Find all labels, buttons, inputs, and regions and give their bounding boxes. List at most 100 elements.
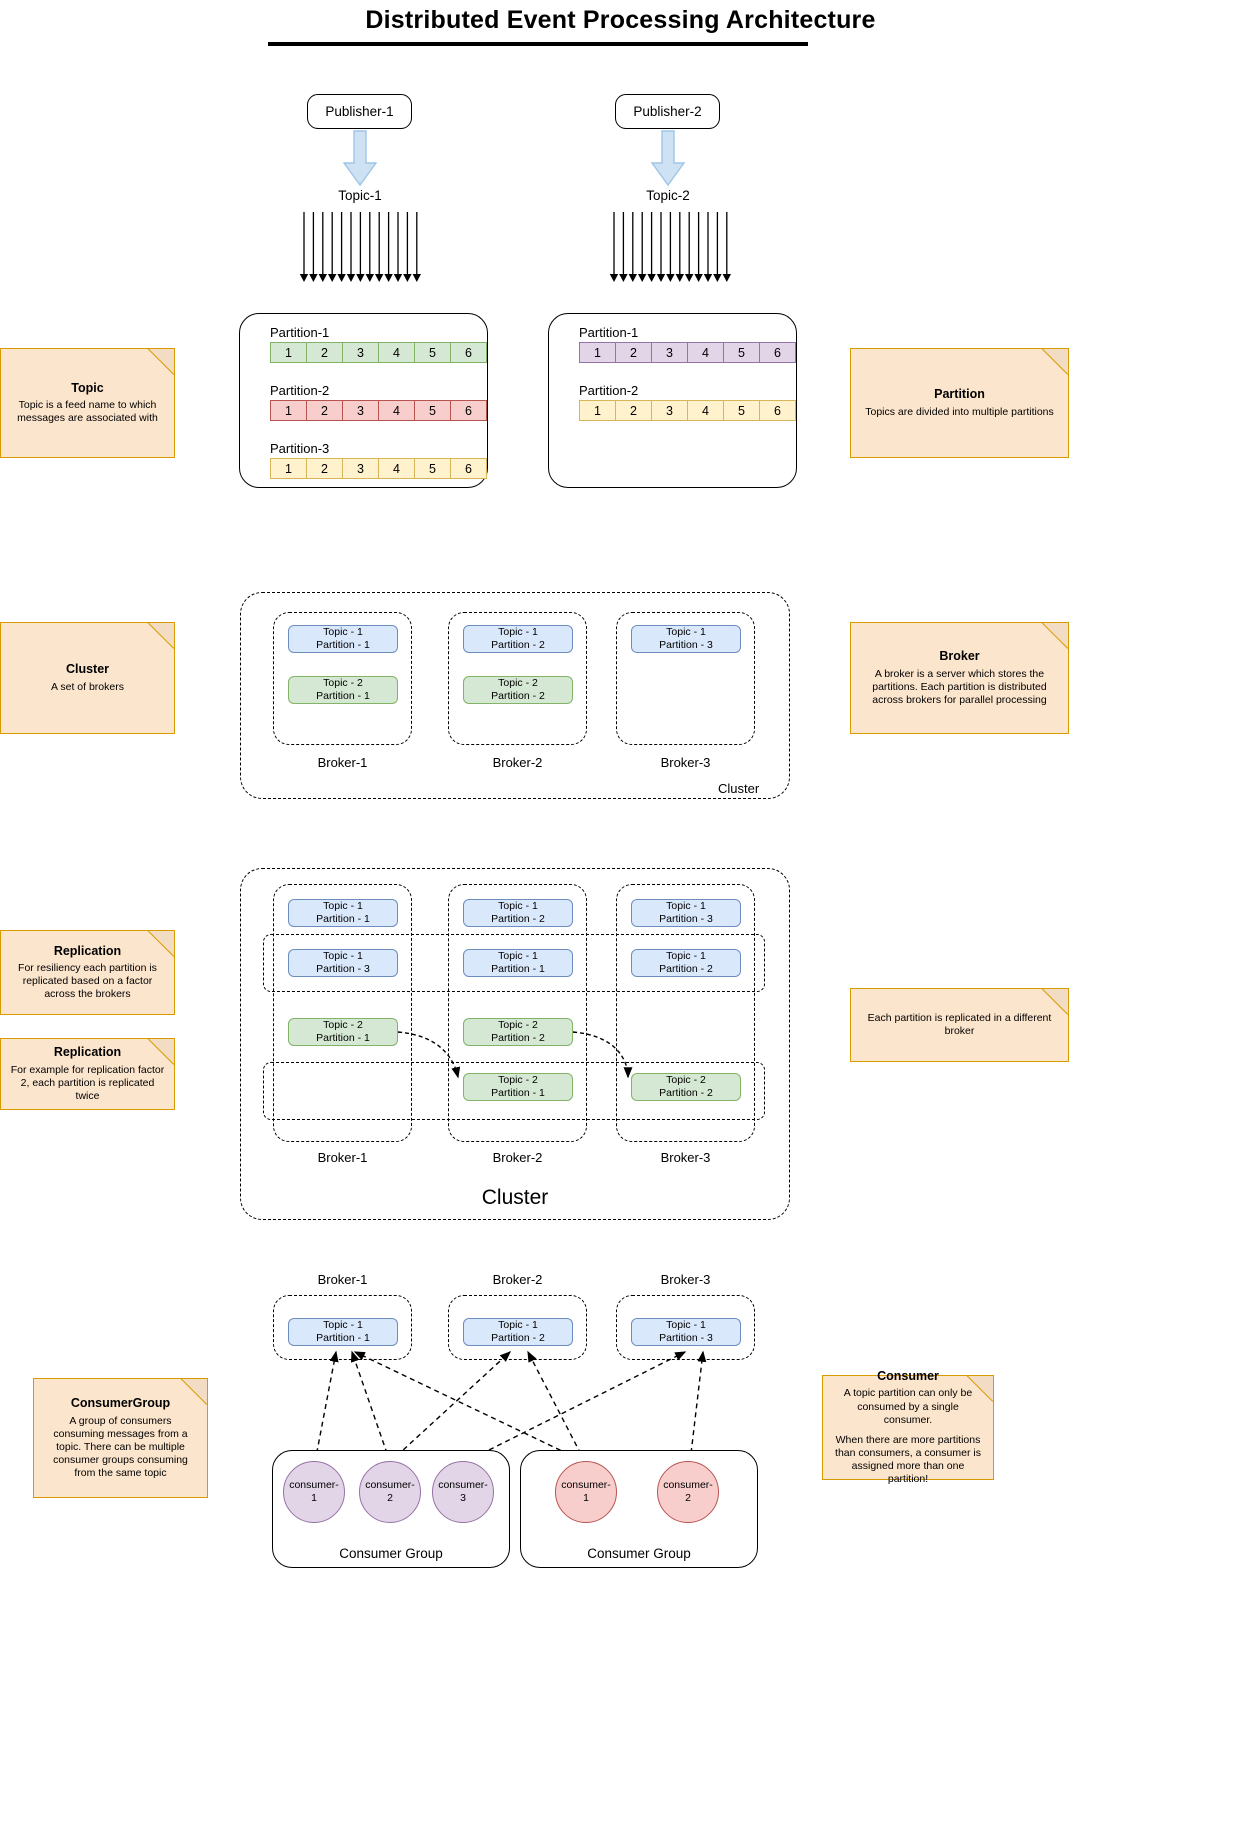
- partition-cell: 4: [687, 400, 724, 421]
- note-broker-title: Broker: [939, 649, 980, 663]
- topic-2-partition-2-label: Partition-2: [579, 383, 639, 398]
- note-consumer: Consumer A topic partition can only be c…: [822, 1369, 994, 1485]
- page-title: Distributed Event Processing Architectur…: [365, 6, 876, 34]
- note-broker-body: A broker is a server which stores the pa…: [872, 667, 1047, 706]
- replication-broker-1-label: Broker-1: [317, 1150, 368, 1165]
- note-replication-2-body: For example for replication factor 2, ea…: [10, 1063, 165, 1102]
- topic-1-partition-3-label: Partition-3: [270, 441, 330, 456]
- broker-1-partition-1: Topic - 2 Partition - 1: [288, 676, 398, 704]
- note-partition-body: Topics are divided into multiple partiti…: [865, 405, 1054, 418]
- broker-3-partition-0: Topic - 1 Partition - 3: [631, 625, 741, 653]
- topic-2-partition-1-cells: 123456: [579, 342, 796, 363]
- consumer-broker-1-label: Broker-1: [317, 1272, 368, 1287]
- partition-cell: 5: [414, 342, 451, 363]
- publisher-1-box[interactable]: Publisher-1: [307, 94, 412, 129]
- partition-cell: 5: [414, 458, 451, 479]
- note-consumer-title: Consumer: [877, 1368, 939, 1383]
- replication-connectors: [240, 868, 790, 1225]
- note-consumergroup-body: A group of consumers consuming messages …: [53, 1414, 188, 1480]
- partition-cell: 3: [342, 400, 379, 421]
- note-consumer-body: A topic partition can only be consumed b…: [843, 1387, 973, 1426]
- broker-1-label: Broker-1: [317, 755, 368, 770]
- note-consumer-body-2: When there are more partitions than cons…: [835, 1433, 981, 1486]
- note-topic-body: Topic is a feed name to which messages a…: [17, 399, 158, 425]
- broker-3-label: Broker-3: [660, 755, 711, 770]
- partition-cell: 3: [342, 342, 379, 363]
- partition-cell: 2: [306, 342, 343, 363]
- consumer-broker-3-label: Broker-3: [660, 1272, 711, 1287]
- note-fold-icon: [182, 1378, 208, 1404]
- partition-cell: 6: [759, 400, 796, 421]
- note-topic: Topic Topic is a feed name to which mess…: [0, 348, 175, 458]
- topic-1-label: Topic-1: [338, 188, 382, 203]
- partition-cell: 4: [687, 342, 724, 363]
- publisher-2-label: Publisher-2: [633, 104, 702, 119]
- partition-cell: 1: [579, 400, 616, 421]
- partition-cell: 1: [270, 458, 307, 479]
- consumer-group-1-consumer-1[interactable]: consumer- 1: [283, 1461, 345, 1523]
- partition-cell: 3: [651, 400, 688, 421]
- publisher-2-box[interactable]: Publisher-2: [615, 94, 720, 129]
- note-fold-icon: [149, 930, 175, 956]
- note-fold-icon: [1043, 348, 1069, 374]
- note-replication-2-title: Replication: [53, 1045, 122, 1059]
- consumer-group-2-consumer-1[interactable]: consumer- 1: [555, 1461, 617, 1523]
- note-replication-1-title: Replication: [53, 943, 122, 958]
- partition-cell: 6: [450, 342, 487, 363]
- partition-cell: 6: [450, 400, 487, 421]
- note-replication-1-body: For resiliency each partition is replica…: [18, 962, 157, 1001]
- note-cluster: Cluster A set of brokers: [0, 622, 175, 734]
- note-fold-icon: [149, 622, 175, 648]
- topic-1-partition-2-cells: 123456: [270, 400, 487, 421]
- topic-1-message-arrows: [299, 212, 422, 289]
- partition-cell: 2: [306, 400, 343, 421]
- partition-cell: 2: [306, 458, 343, 479]
- broker-2-partition-1: Topic - 2 Partition - 2: [463, 676, 573, 704]
- partition-cell: 5: [414, 400, 451, 421]
- partition-cell: 6: [759, 342, 796, 363]
- note-consumergroup: ConsumerGroup A group of consumers consu…: [33, 1378, 208, 1498]
- consumer-group-1-consumer-2[interactable]: consumer- 2: [359, 1461, 421, 1523]
- consumer-group-2-label: Consumer Group: [587, 1546, 691, 1561]
- note-replication-1: Replication For resiliency each partitio…: [0, 930, 175, 1015]
- partition-cell: 5: [723, 342, 760, 363]
- topic-2-label: Topic-2: [646, 188, 690, 203]
- note-fold-icon: [1043, 988, 1069, 1014]
- publisher-2-flow-arrow: [650, 130, 686, 191]
- publisher-1-label: Publisher-1: [325, 104, 394, 119]
- note-cluster-title: Cluster: [65, 662, 110, 677]
- note-fold-icon: [1043, 622, 1069, 648]
- consumer-group-1-label: Consumer Group: [339, 1546, 443, 1561]
- note-fold-icon: [968, 1375, 994, 1401]
- partition-cell: 1: [270, 400, 307, 421]
- note-cluster-body: A set of brokers: [51, 680, 124, 693]
- replication-cluster-label: Cluster: [481, 1186, 549, 1209]
- topic-1-partition-3: Partition-3 123456: [270, 441, 487, 479]
- partition-cell: 5: [723, 400, 760, 421]
- topic-1-partition-2-label: Partition-2: [270, 383, 330, 398]
- partition-cell: 3: [342, 458, 379, 479]
- partition-cell: 1: [579, 342, 616, 363]
- partition-cell: 4: [378, 342, 415, 363]
- topic-2-partition-1: Partition-1 123456: [579, 325, 796, 363]
- title-underline: [268, 42, 808, 46]
- consumer-group-2-consumer-2[interactable]: consumer- 2: [657, 1461, 719, 1523]
- cluster-label: Cluster: [718, 781, 760, 796]
- topic-1-partition-1-label: Partition-1: [270, 325, 330, 340]
- partition-cell: 2: [615, 342, 652, 363]
- note-replication-3-body: Each partition is replicated in a differ…: [867, 1011, 1052, 1037]
- topic-2-partition-2-cells: 123456: [579, 400, 796, 421]
- consumer-group-1-consumer-3[interactable]: consumer- 3: [432, 1461, 494, 1523]
- replication-broker-2-label: Broker-2: [492, 1150, 543, 1165]
- note-consumergroup-title: ConsumerGroup: [70, 1395, 171, 1410]
- note-partition: Partition Topics are divided into multip…: [850, 348, 1069, 458]
- topic-1-partition-3-cells: 123456: [270, 458, 487, 479]
- note-fold-icon: [149, 348, 175, 374]
- broker-2-label: Broker-2: [492, 755, 543, 770]
- partition-cell: 1: [270, 342, 307, 363]
- broker-2-partition-0: Topic - 1 Partition - 2: [463, 625, 573, 653]
- note-replication-2: Replication For example for replication …: [0, 1038, 175, 1110]
- broker-1-partition-0: Topic - 1 Partition - 1: [288, 625, 398, 653]
- replication-broker-3-label: Broker-3: [660, 1150, 711, 1165]
- partition-cell: 4: [378, 458, 415, 479]
